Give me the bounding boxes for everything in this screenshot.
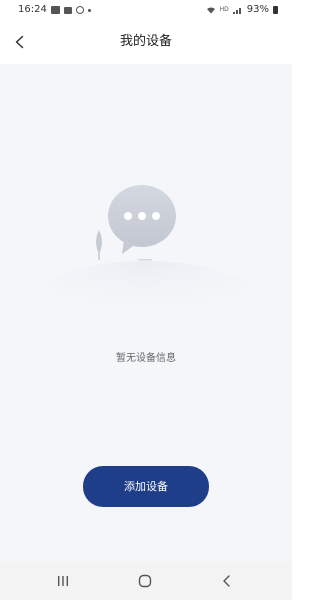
recent-apps-icon bbox=[58, 576, 68, 586]
home-button[interactable] bbox=[133, 569, 157, 593]
status-time: 16:24 bbox=[18, 4, 47, 15]
status-left: 16:24 bbox=[18, 0, 91, 20]
status-right: HD 93% bbox=[206, 0, 278, 20]
signal-icon bbox=[232, 8, 241, 14]
battery-percent: 93% bbox=[246, 4, 269, 15]
add-device-button[interactable]: 添加设备 bbox=[83, 466, 209, 507]
hd-icon: HD bbox=[219, 6, 229, 13]
main-content: 暂无设备信息 添加设备 bbox=[0, 64, 292, 561]
sync-icon bbox=[75, 6, 84, 14]
dot-icon bbox=[87, 8, 91, 12]
empty-state-text: 暂无设备信息 bbox=[116, 353, 176, 364]
back-icon bbox=[223, 575, 230, 587]
home-icon bbox=[138, 574, 152, 588]
battery-icon bbox=[273, 6, 278, 14]
status-bar: 16:24 HD 93% bbox=[0, 0, 292, 20]
chat-bubble-empty-illustration bbox=[41, 185, 251, 314]
header: 我的设备 bbox=[0, 20, 292, 64]
screen: 16:24 HD 93% 我的设备 暂无设备信息 添加设备 bbox=[0, 0, 292, 600]
recent-apps-button[interactable] bbox=[51, 569, 75, 593]
system-nav-bar bbox=[0, 561, 292, 600]
wifi-icon bbox=[206, 7, 215, 14]
nav-back-button[interactable] bbox=[215, 569, 239, 593]
gallery-icon bbox=[50, 6, 60, 14]
page-title: 我的设备 bbox=[119, 34, 172, 49]
message-icon bbox=[63, 6, 72, 14]
